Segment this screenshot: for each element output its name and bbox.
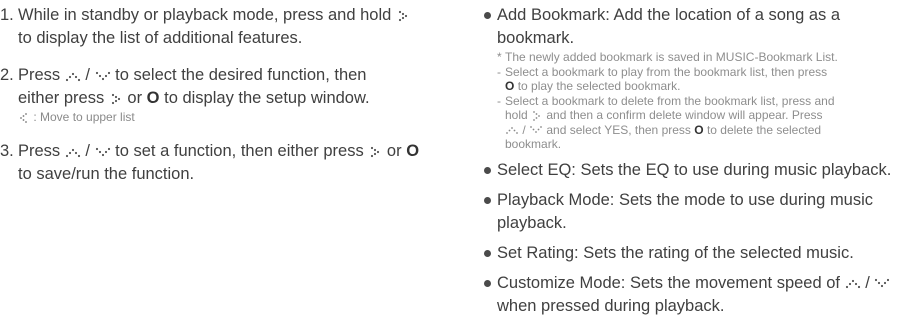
item-text: Set Rating: Sets the rating of the selec… — [497, 243, 854, 262]
right-arrow-icon — [396, 9, 410, 23]
star-marker: * — [497, 50, 502, 64]
down-arrow-icon — [529, 125, 543, 135]
slash: / — [865, 273, 870, 292]
down-arrow-icon — [874, 277, 890, 289]
circle-button-icon: O — [406, 142, 420, 160]
circle-button-icon: O — [505, 79, 515, 93]
bookmark-delete-note: - Select a bookmark to delete from the b… — [497, 94, 919, 152]
slash: / — [522, 122, 526, 137]
note-text: and select YES, then press — [546, 122, 691, 137]
step-text: Press — [18, 142, 61, 160]
step-text: Press — [18, 66, 61, 84]
features-column: Add Bookmark: Add the location of a song… — [482, 0, 919, 318]
instructions-column: 1. While in standby or playback mode, pr… — [0, 0, 450, 186]
step-note: : Move to upper list — [18, 110, 450, 125]
step-text: to select the desired function, then — [115, 66, 367, 84]
dash-marker: - — [497, 64, 501, 79]
item-text: when pressed during playback. — [497, 296, 725, 315]
bookmark-notes: * The newly added bookmark is saved in M… — [482, 50, 919, 152]
step-number: 2. — [0, 66, 14, 84]
set-rating-item: Set Rating: Sets the rating of the selec… — [482, 242, 919, 265]
up-arrow-icon — [65, 70, 81, 82]
step-3: 3. Press / to set a function, then eithe… — [0, 140, 450, 186]
bullet-dot — [484, 12, 491, 19]
down-arrow-icon — [95, 146, 111, 158]
step-number: 3. — [0, 142, 14, 160]
step-text: either press — [18, 89, 105, 107]
right-arrow-icon — [368, 145, 382, 159]
playback-mode-item: Playback Mode: Sets the mode to use duri… — [482, 189, 919, 235]
step-text: While in standby or playback mode, press… — [18, 6, 392, 24]
note-text: Select a bookmark to delete from the boo… — [505, 93, 835, 108]
bullet-dot — [484, 249, 491, 257]
note-text: to play the selected bookmark. — [517, 79, 681, 93]
circle-button-icon: O — [694, 122, 704, 137]
up-arrow-icon — [845, 277, 861, 289]
left-arrow-icon — [18, 112, 30, 124]
slash: / — [85, 66, 90, 84]
up-arrow-icon — [65, 146, 81, 158]
note-text: and then a confirm delete window will ap… — [546, 108, 823, 122]
item-text: Playback Mode: Sets the mode to use duri… — [497, 190, 874, 232]
bullet-dot — [484, 166, 491, 174]
bullet-dot — [484, 279, 491, 287]
right-arrow-icon — [531, 110, 543, 122]
right-arrow-icon — [109, 92, 123, 106]
item-text: Customize Mode: Sets the movement speed … — [497, 273, 841, 292]
step-number: 1. — [0, 6, 14, 24]
down-arrow-icon — [95, 70, 111, 82]
step-text: to display the setup window. — [164, 89, 370, 107]
up-arrow-icon — [505, 125, 519, 135]
note-text: bookmark. — [505, 137, 562, 151]
slash: / — [85, 142, 90, 160]
bookmark-title: Add Bookmark: Add the location of a song… — [497, 6, 841, 47]
item-text: Select EQ: Sets the EQ to use during mus… — [497, 160, 892, 179]
note-text: The newly added bookmark is saved in MUS… — [505, 50, 838, 64]
step-text: to set a function, then either press — [115, 142, 364, 160]
dash-marker: - — [497, 93, 501, 108]
step-1: 1. While in standby or playback mode, pr… — [0, 4, 450, 50]
customize-mode-item: Customize Mode: Sets the movement speed … — [482, 272, 919, 318]
note-text: hold — [505, 108, 528, 122]
step-text: or — [386, 142, 402, 160]
step-text: to display the list of additional featur… — [18, 29, 303, 47]
step-text: or — [127, 89, 143, 107]
select-eq-item: Select EQ: Sets the EQ to use during mus… — [482, 159, 919, 182]
bookmark-item: Add Bookmark: Add the location of a song… — [482, 4, 919, 50]
bullet-dot — [484, 196, 491, 204]
step-text: to save/run the function. — [18, 165, 195, 183]
note-text: : Move to upper list — [33, 110, 135, 124]
bookmark-play-note: - Select a bookmark to play from the boo… — [497, 65, 919, 94]
note-text: Select a bookmark to play from the bookm… — [505, 64, 828, 79]
note-text: to delete the selected — [706, 122, 822, 137]
circle-button-icon: O — [146, 89, 160, 107]
step-2: 2. Press / to select the desired functio… — [0, 64, 450, 125]
bookmark-star-note: * The newly added bookmark is saved in M… — [497, 50, 919, 65]
